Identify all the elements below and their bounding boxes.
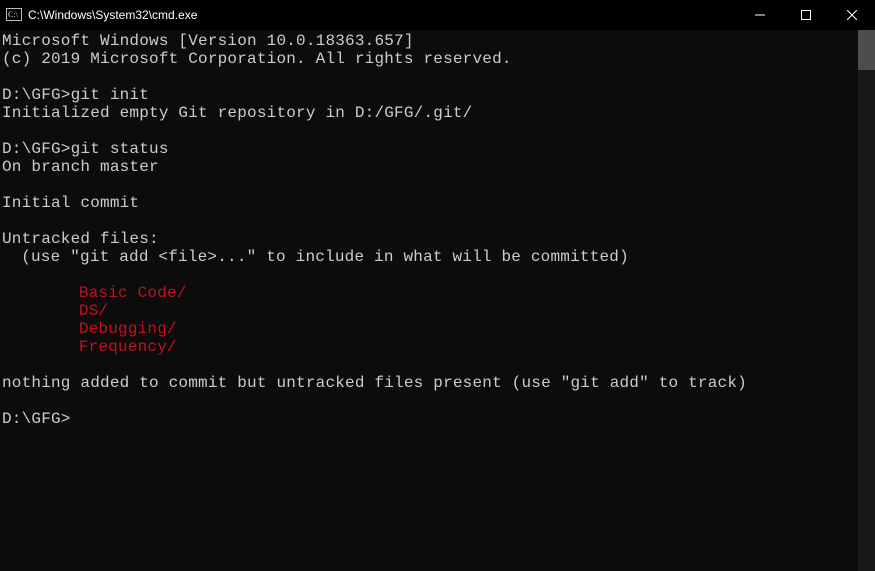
untracked-header: Untracked files: xyxy=(2,230,858,248)
titlebar[interactable]: C:\ C:\Windows\System32\cmd.exe xyxy=(0,0,875,30)
cmd-line: D:\GFG>git init xyxy=(2,86,858,104)
cursor xyxy=(72,411,81,428)
titlebar-left: C:\ C:\Windows\System32\cmd.exe xyxy=(0,7,197,23)
svg-text:C:\: C:\ xyxy=(8,10,19,19)
window-controls xyxy=(737,0,875,30)
close-button[interactable] xyxy=(829,0,875,30)
command-text: git status xyxy=(71,140,169,158)
maximize-button[interactable] xyxy=(783,0,829,30)
blank-line xyxy=(2,68,858,86)
untracked-file: DS/ xyxy=(2,302,858,320)
untracked-file: Frequency/ xyxy=(2,338,858,356)
status-branch: On branch master xyxy=(2,158,858,176)
blank-line xyxy=(2,122,858,140)
minimize-button[interactable] xyxy=(737,0,783,30)
status-initial: Initial commit xyxy=(2,194,858,212)
terminal-output[interactable]: Microsoft Windows [Version 10.0.18363.65… xyxy=(0,30,858,571)
copyright-line: (c) 2019 Microsoft Corporation. All righ… xyxy=(2,50,858,68)
blank-line xyxy=(2,212,858,230)
scrollbar[interactable] xyxy=(858,30,875,571)
blank-line xyxy=(2,392,858,410)
blank-line xyxy=(2,176,858,194)
version-line: Microsoft Windows [Version 10.0.18363.65… xyxy=(2,32,858,50)
cmd-icon: C:\ xyxy=(6,7,22,23)
current-prompt-line[interactable]: D:\GFG> xyxy=(2,410,858,428)
scrollbar-thumb[interactable] xyxy=(858,30,875,70)
cmd-line: D:\GFG>git status xyxy=(2,140,858,158)
window-title: C:\Windows\System32\cmd.exe xyxy=(28,8,197,22)
init-output: Initialized empty Git repository in D:/G… xyxy=(2,104,858,122)
blank-line xyxy=(2,266,858,284)
command-text: git init xyxy=(71,86,149,104)
blank-line xyxy=(2,356,858,374)
prompt: D:\GFG> xyxy=(2,86,71,104)
untracked-hint: (use "git add <file>..." to include in w… xyxy=(2,248,858,266)
prompt: D:\GFG> xyxy=(2,140,71,158)
terminal-container: Microsoft Windows [Version 10.0.18363.65… xyxy=(0,30,875,571)
nothing-added: nothing added to commit but untracked fi… xyxy=(2,374,858,392)
untracked-file: Basic Code/ xyxy=(2,284,858,302)
prompt: D:\GFG> xyxy=(2,410,71,428)
untracked-file: Debugging/ xyxy=(2,320,858,338)
